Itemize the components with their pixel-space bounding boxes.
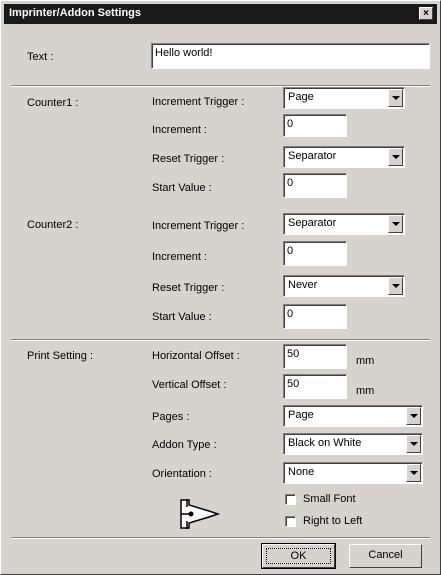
- divider: [11, 537, 430, 539]
- close-icon: ×: [423, 8, 429, 19]
- text-input[interactable]: Hello world!: [151, 43, 430, 69]
- pages-value: Page: [288, 409, 314, 421]
- horizontal-offset-label: Horizontal Offset :: [152, 350, 240, 362]
- orientation-value: None: [288, 466, 315, 478]
- counter2-increment-input[interactable]: 0: [283, 241, 347, 266]
- chevron-down-icon[interactable]: [406, 464, 421, 482]
- print-setting-section-label: Print Setting :: [27, 350, 94, 362]
- counter1-reset-trigger-select[interactable]: Separator: [283, 146, 405, 168]
- counter2-reset-trigger-select[interactable]: Never: [283, 275, 405, 297]
- counter2-increment-trigger-value: Separator: [288, 217, 337, 229]
- ok-button-label: OK: [266, 548, 331, 564]
- addon-type-label: Addon Type :: [152, 439, 217, 451]
- counter1-increment-trigger-select[interactable]: Page: [283, 87, 405, 109]
- counter1-increment-label: Increment :: [152, 124, 208, 136]
- addon-type-value: Black on White: [288, 437, 362, 449]
- counter1-increment-input[interactable]: 0: [283, 114, 347, 137]
- orientation-select[interactable]: None: [283, 462, 423, 484]
- counter2-section-label: Counter2 :: [27, 219, 79, 231]
- orientation-label: Orientation :: [152, 468, 212, 480]
- counter1-reset-trigger-value: Separator: [288, 150, 337, 162]
- counter2-reset-trigger-value: Never: [288, 279, 318, 291]
- chevron-down-icon[interactable]: [388, 215, 403, 233]
- addon-type-select[interactable]: Black on White: [283, 433, 423, 455]
- text-label: Text :: [27, 51, 54, 63]
- right-to-left-checkbox[interactable]: [285, 516, 296, 527]
- divider: [11, 339, 430, 341]
- counter2-start-value-input[interactable]: 0: [283, 304, 347, 329]
- counter1-reset-trigger-label: Reset Trigger :: [152, 153, 225, 165]
- title-bar[interactable]: Imprinter/Addon Settings ×: [4, 4, 437, 24]
- imprinter-settings-dialog: Imprinter/Addon Settings × Text : Hello …: [0, 0, 441, 575]
- counter1-start-value-label: Start Value :: [152, 182, 212, 194]
- counter2-increment-label: Increment :: [152, 251, 208, 263]
- pages-select[interactable]: Page: [283, 405, 423, 427]
- window-title: Imprinter/Addon Settings: [9, 7, 141, 19]
- chevron-down-icon[interactable]: [406, 407, 421, 425]
- chevron-down-icon[interactable]: [388, 89, 403, 107]
- horizontal-offset-input[interactable]: 50: [283, 344, 347, 369]
- vertical-offset-input[interactable]: 50: [283, 374, 347, 399]
- chevron-down-icon[interactable]: [388, 277, 403, 295]
- chevron-down-icon[interactable]: [406, 435, 421, 453]
- pages-label: Pages :: [152, 411, 190, 423]
- counter1-increment-trigger-value: Page: [288, 91, 314, 103]
- counter1-section-label: Counter1 :: [27, 97, 79, 109]
- horizontal-offset-unit: mm: [356, 355, 375, 367]
- counter1-start-value-input[interactable]: 0: [283, 173, 347, 198]
- right-to-left-label: Right to Left: [303, 515, 363, 527]
- counter2-increment-trigger-label: Increment Trigger :: [152, 220, 245, 232]
- small-font-label: Small Font: [303, 493, 356, 505]
- ok-button[interactable]: OK: [261, 543, 336, 569]
- counter2-reset-trigger-label: Reset Trigger :: [152, 282, 225, 294]
- counter1-increment-trigger-label: Increment Trigger :: [152, 96, 245, 108]
- orientation-arrow-icon: [180, 499, 221, 529]
- chevron-down-icon[interactable]: [388, 148, 403, 166]
- counter2-start-value-label: Start Value :: [152, 311, 212, 323]
- close-button[interactable]: ×: [419, 7, 433, 20]
- vertical-offset-label: Vertical Offset :: [152, 379, 227, 391]
- vertical-offset-unit: mm: [356, 385, 375, 397]
- cancel-button[interactable]: Cancel: [349, 544, 422, 568]
- counter2-increment-trigger-select[interactable]: Separator: [283, 213, 405, 235]
- small-font-checkbox[interactable]: [285, 494, 296, 505]
